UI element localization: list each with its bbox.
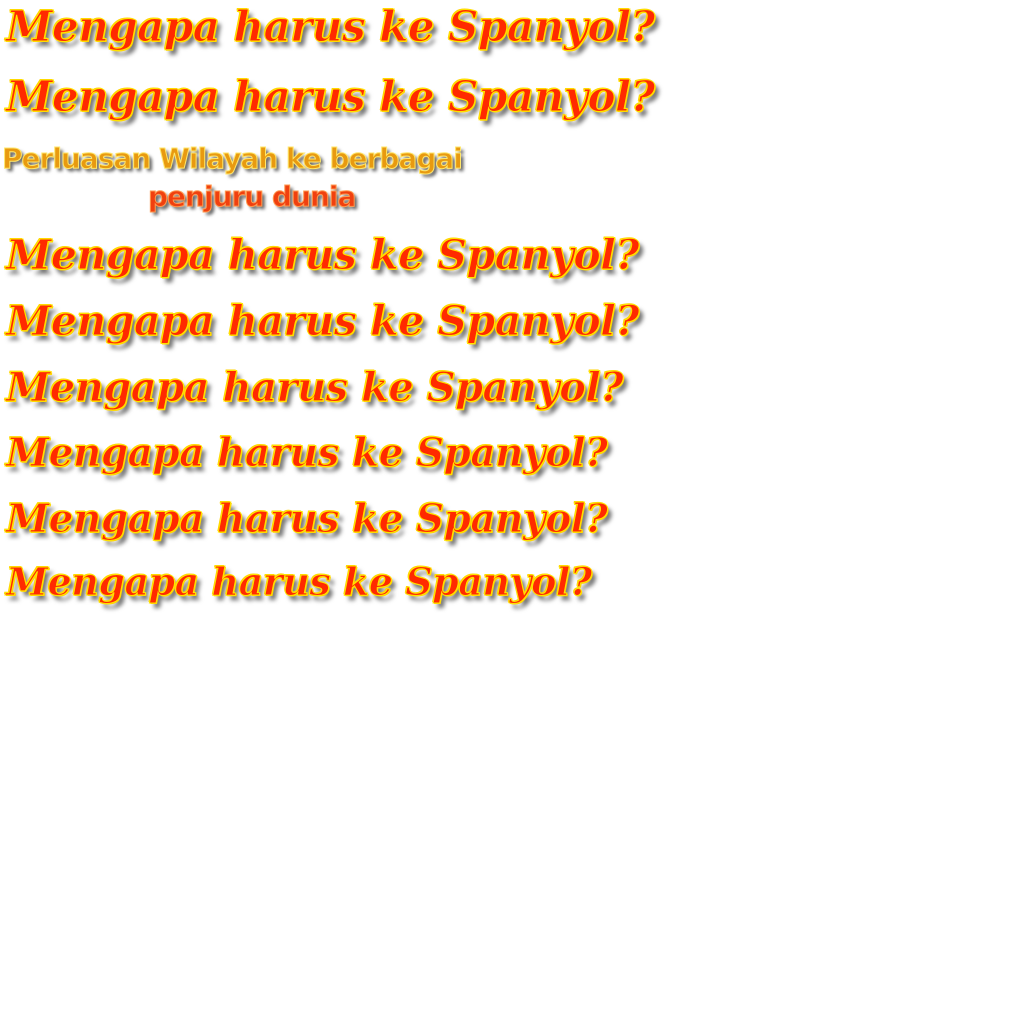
subtitle-line-1: Perluasan Wilayah ke berbagai	[2, 142, 464, 176]
headline-text: Mengapa harus ke Spanyol?	[6, 72, 656, 122]
slide-canvas: Mengapa harus ke Spanyol? Mengapa harus …	[0, 0, 1024, 1024]
headline-text: Mengapa harus ke Spanyol?	[6, 559, 593, 605]
headline-text: Mengapa harus ke Spanyol?	[5, 496, 608, 543]
headline-text: Mengapa harus ke Spanyol?	[5, 364, 624, 412]
headline-text: Mengapa harus ke Spanyol?	[6, 2, 656, 52]
subtitle-line-2: penjuru dunia	[147, 180, 356, 214]
headline-text: Mengapa harus ke Spanyol?	[6, 297, 640, 346]
headline-text: Mengapa harus ke Spanyol?	[5, 430, 608, 477]
headline-text: Mengapa harus ke Spanyol?	[6, 231, 640, 280]
